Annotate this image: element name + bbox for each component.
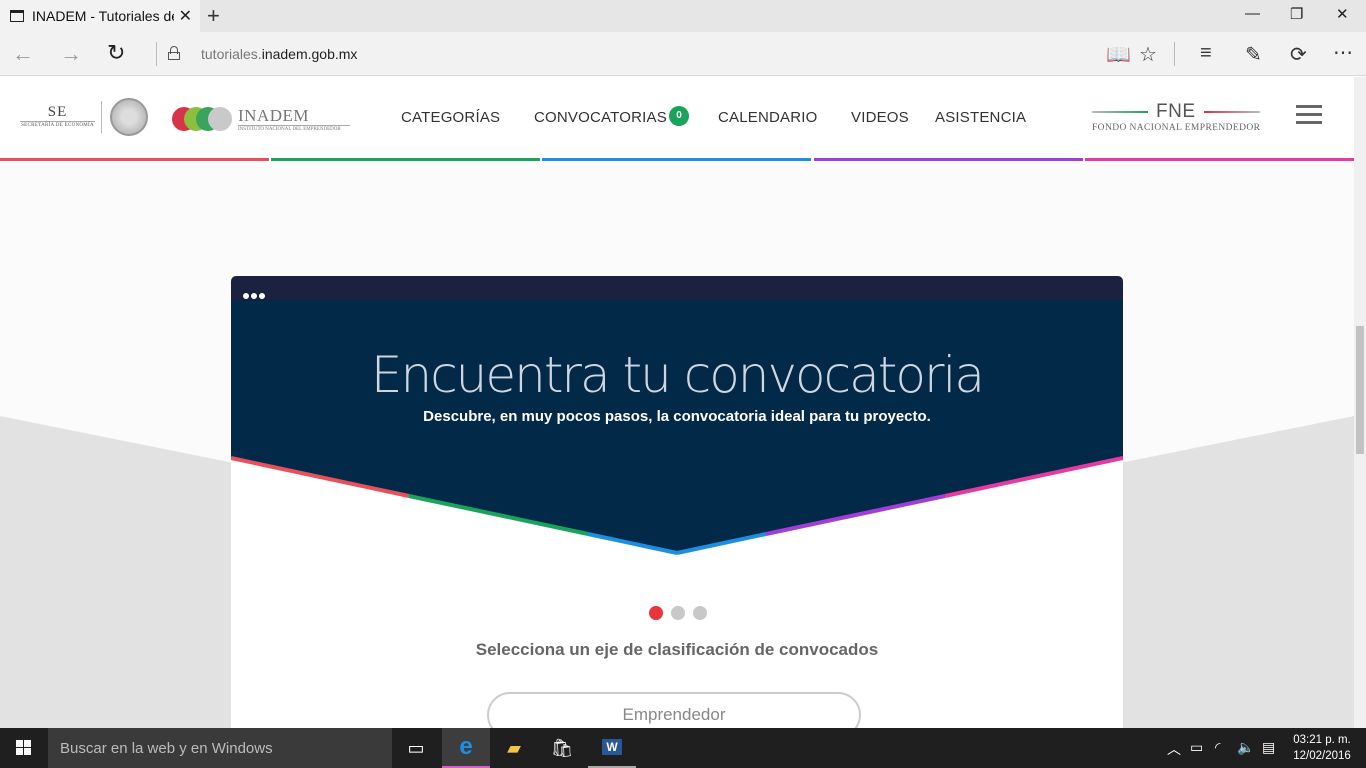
notifications-icon[interactable]: ▤ xyxy=(1262,739,1275,756)
header-color-strip-green xyxy=(271,158,540,161)
windows-taskbar: Buscar en la web y en Windows ▭ e ▰ 🛍 W … xyxy=(0,728,1366,768)
forward-icon[interactable]: → xyxy=(60,41,82,67)
hero-subtitle: Descubre, en muy pocos pasos, la convoca… xyxy=(423,408,931,425)
emprendedor-option-button[interactable]: Emprendedor xyxy=(487,692,861,728)
card-window-bar xyxy=(231,276,1123,300)
word-icon[interactable]: W xyxy=(588,728,636,768)
header-color-strip-purple xyxy=(814,158,1083,161)
battery-icon[interactable]: ▭ xyxy=(1190,739,1203,756)
tray-up-arrow-icon[interactable]: ︿ xyxy=(1167,739,1181,759)
clock-time: 03:21 p. m. xyxy=(1293,734,1351,746)
reading-view-icon[interactable]: 📖 xyxy=(1106,42,1131,67)
header-color-strip-pink xyxy=(1085,158,1354,161)
nav-calendario[interactable]: CALENDARIO xyxy=(718,109,818,126)
taskbar-search-box[interactable]: Buscar en la web y en Windows xyxy=(48,728,392,768)
address-separator xyxy=(156,42,157,66)
fne-logo-subtext: FONDO NACIONAL EMPRENDEDOR xyxy=(1092,123,1261,133)
carousel-dot[interactable] xyxy=(671,606,685,620)
fne-logo-text: FNE xyxy=(1156,101,1196,122)
window-close-icon[interactable]: ✕ xyxy=(1336,5,1349,23)
task-view-icon[interactable]: ▭ xyxy=(392,728,440,768)
maximize-icon[interactable]: ❐ xyxy=(1290,5,1303,23)
inadem-logo-text[interactable]: INADEM xyxy=(238,106,309,126)
carousel-dot[interactable] xyxy=(693,606,707,620)
header-color-strip-blue xyxy=(542,158,811,161)
new-tab-icon[interactable]: + xyxy=(207,3,220,29)
favorite-star-icon[interactable]: ☆ xyxy=(1139,42,1157,67)
taskbar-search-placeholder: Buscar en la web y en Windows xyxy=(60,740,273,757)
store-icon[interactable]: 🛍 xyxy=(538,728,586,768)
header-color-strip-red xyxy=(0,158,269,161)
share-icon[interactable]: ⟳ xyxy=(1290,42,1307,67)
taskbar-clock[interactable]: 03:21 p. m. 12/02/2016 xyxy=(1284,732,1360,764)
convocatoria-finder-card: Encuentra tu convocatoria Descubre, en m… xyxy=(231,276,1123,728)
nav-categorias[interactable]: CATEGORÍAS xyxy=(401,109,500,126)
refresh-icon[interactable]: ↻ xyxy=(107,40,125,66)
hero-title: Encuentra tu convocatoria xyxy=(370,346,985,404)
hub-icon[interactable]: ≡ xyxy=(1200,42,1212,65)
tab-page-icon xyxy=(10,10,24,22)
hamburger-menu-icon[interactable] xyxy=(1296,105,1322,125)
browser-tab[interactable]: INADEM - Tutoriales del ✕ xyxy=(0,0,200,32)
browser-tab-bar: INADEM - Tutoriales del ✕ + — ❐ ✕ xyxy=(0,0,1366,32)
classification-prompt: Selecciona un eje de clasificación de co… xyxy=(475,640,879,659)
carousel-dot[interactable] xyxy=(649,606,663,620)
volume-icon[interactable]: 🔈 xyxy=(1237,739,1254,756)
national-seal-icon xyxy=(110,98,148,136)
logo-divider xyxy=(101,101,102,133)
nav-asistencia[interactable]: ASISTENCIA xyxy=(935,109,1026,126)
site-header: SE SECRETARÍA DE ECONOMÍA INADEM INSTITU… xyxy=(0,77,1354,163)
inadem-logo-icon[interactable] xyxy=(172,107,234,131)
se-logo[interactable]: SE SECRETARÍA DE ECONOMÍA xyxy=(20,104,95,128)
page-content: Encuentra tu convocatoria Descubre, en m… xyxy=(0,162,1354,728)
nav-convocatorias[interactable]: CONVOCATORIAS xyxy=(534,109,667,126)
wifi-icon[interactable]: ◜ xyxy=(1215,739,1220,756)
more-icon[interactable]: ⋯ xyxy=(1333,40,1353,65)
address-bar: ← → ↻ tutoriales.inadem.gob.mx 📖 ☆ ≡ ✎ ⟳… xyxy=(0,32,1366,76)
se-logo-text: SE xyxy=(47,104,68,120)
minimize-icon[interactable]: — xyxy=(1245,5,1260,22)
se-logo-subtext: SECRETARÍA DE ECONOMÍA xyxy=(20,121,95,128)
carousel-pager xyxy=(649,606,709,620)
lock-icon xyxy=(168,46,180,60)
inadem-logo-subtext: INSTITUTO NACIONAL DEL EMPRENDEDOR xyxy=(238,125,350,132)
toolbar-separator xyxy=(1174,42,1175,66)
hero-banner xyxy=(231,300,1123,555)
url-field[interactable]: tutoriales.inadem.gob.mx xyxy=(201,46,357,62)
edge-browser-icon[interactable]: e xyxy=(442,728,490,768)
scrollbar-thumb[interactable] xyxy=(1356,326,1364,454)
close-icon[interactable]: ✕ xyxy=(179,6,192,26)
web-note-icon[interactable]: ✎ xyxy=(1245,42,1262,67)
convocatorias-count-badge: 0 xyxy=(669,106,689,126)
nav-videos[interactable]: VIDEOS xyxy=(851,109,909,126)
back-icon[interactable]: ← xyxy=(12,41,34,67)
clock-date: 12/02/2016 xyxy=(1293,750,1351,762)
windows-start-icon[interactable] xyxy=(16,740,32,756)
file-explorer-icon[interactable]: ▰ xyxy=(490,728,538,768)
tab-title: INADEM - Tutoriales del xyxy=(32,8,174,24)
